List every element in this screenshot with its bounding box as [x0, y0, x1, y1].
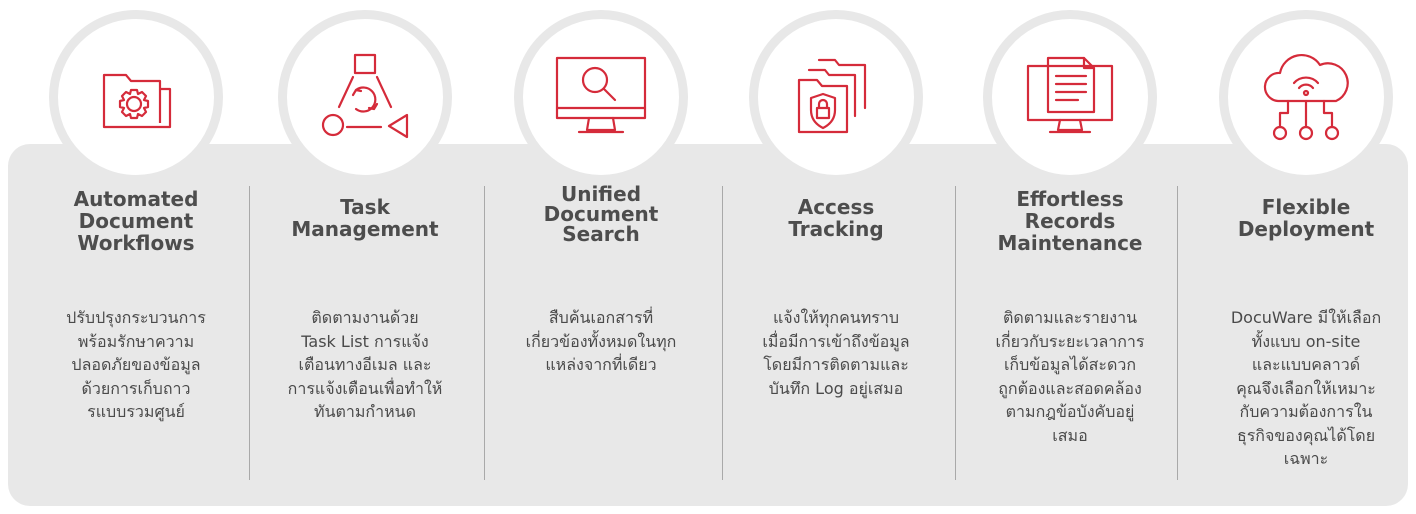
- column-divider: [484, 186, 485, 480]
- feature-title: Task Management: [291, 195, 439, 241]
- feature-title: Flexible Deployment: [1237, 195, 1375, 241]
- feature-title: Unified Document Search: [543, 182, 659, 246]
- icon-circle: [1219, 10, 1393, 184]
- icon-circle: [49, 10, 223, 184]
- column-divider: [955, 186, 956, 480]
- icon-circle: [514, 10, 688, 184]
- column-divider: [1177, 186, 1178, 480]
- icon-circle: [749, 10, 923, 184]
- task-cycle-icon: [321, 53, 409, 139]
- cloud-network-icon: [1263, 53, 1349, 141]
- icon-circle: [983, 10, 1157, 184]
- monitor-document-icon: [1026, 56, 1114, 134]
- feature-title: Access Tracking: [788, 195, 884, 241]
- feature-description: ปรับปรุงกระบวนการ พร้อมรักษาความ ปลอดภัยขอ…: [66, 308, 206, 421]
- feature-description: DocuWare มีให้เลือก ทั้งแบบ on-site และแบบ…: [1230, 308, 1382, 468]
- feature-description: แจ้งให้ทุกคนทราบ เมื่อมีการเข้าถึงข้อมูลโ…: [762, 308, 910, 398]
- feature-title: Automated Document Workflows: [73, 187, 199, 255]
- feature-title: Effortless Records Maintenance: [997, 187, 1143, 255]
- folder-shield-lock-icon: [797, 58, 867, 134]
- feature-description: สืบค้นเอกสารที่ เกี่ยวข้องทั้งหมดในทุก แหล…: [525, 308, 677, 374]
- column-divider: [249, 186, 250, 480]
- folder-gear-icon: [102, 73, 172, 129]
- icon-circle: [278, 10, 452, 184]
- feature-description: ติดตามงานด้วย Task List การแจ้ง เตือนทางอี…: [287, 308, 443, 421]
- monitor-search-icon: [555, 56, 647, 134]
- feature-description: ติดตามและรายงาน เกี่ยวกับระยะเวลาการ เก็บข…: [995, 308, 1145, 445]
